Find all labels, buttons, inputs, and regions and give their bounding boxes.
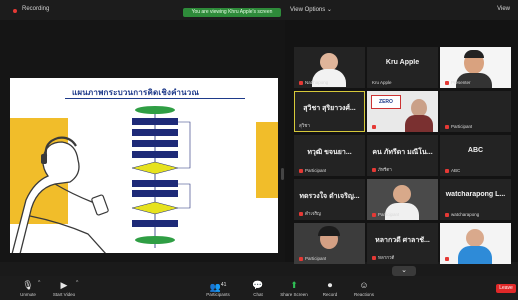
flow-step-4 — [132, 151, 178, 158]
mic-muted-icon — [299, 80, 303, 85]
tile-name-label: สุวิชา — [299, 123, 310, 128]
participant-name: watcharapong L... — [445, 191, 506, 198]
video-tile-6[interactable]: Participant — [440, 91, 511, 132]
flow-decision-2 — [131, 201, 179, 215]
meeting-top-bar: Recording You are viewing Khru Apple's s… — [0, 0, 518, 20]
mic-muted-icon — [445, 257, 449, 261]
smiley-plus-icon: ☺ — [359, 280, 369, 290]
participant-name: ทดรวงใจ ดำเจริญ... — [299, 193, 360, 200]
video-options-caret[interactable]: ^ — [76, 280, 78, 286]
shared-screen-area[interactable]: แผนภาพกระบวนการคิดเชิงคำนวณ — [0, 20, 285, 262]
poster-zero: ZERO — [371, 95, 401, 109]
recording-label: Recording — [22, 6, 50, 12]
video-tile-10[interactable]: ทดรวงใจ ดำเจริญ... ดำเจริญ — [294, 179, 365, 220]
participant-name: ทวุฒิ ขจนยา... — [307, 149, 352, 156]
tile-name-label: ภัทรีดา — [372, 166, 392, 173]
mic-muted-icon — [299, 168, 303, 173]
tile-name-label: Natthapong — [299, 80, 328, 85]
flow-decision-1 — [131, 161, 179, 175]
participant-name: สุวิชา สุริยาวงศ์... — [303, 105, 356, 112]
participant-name: หลากวดี ศาลาชั... — [375, 237, 430, 244]
flow-step-2 — [132, 129, 178, 136]
unmute-button[interactable]: 🎙 Unmute — [8, 278, 48, 298]
video-tile-3[interactable]: Presenter — [440, 47, 511, 88]
split-view-handle[interactable] — [281, 168, 284, 180]
slide-yellow-panel-right — [256, 122, 278, 198]
video-tile-2[interactable]: Kru Apple Kru Apple — [367, 47, 438, 88]
participants-icon: 👥41 — [209, 282, 227, 292]
gallery-more-button[interactable]: ⌄ — [392, 266, 416, 276]
screen-share-banner[interactable]: You are viewing Khru Apple's screen — [183, 8, 281, 17]
share-screen-icon: ⬆ — [290, 280, 298, 290]
video-tile-13[interactable]: Participant — [294, 223, 365, 264]
tile-name-label: ABC — [445, 168, 460, 173]
mic-muted-icon — [445, 80, 449, 85]
participant-face — [466, 229, 484, 247]
chat-icon: 💬 — [252, 280, 264, 290]
slide-title-underline — [65, 98, 245, 99]
view-options-menu[interactable]: View Options ⌄ — [290, 6, 332, 13]
participant-hair — [464, 50, 484, 58]
tile-name-label: Participant — [299, 168, 326, 173]
video-tile-7[interactable]: ทวุฒิ ขจนยา... Participant — [294, 135, 365, 176]
tile-name-label — [372, 125, 376, 129]
meeting-toolbar: 🎙 Unmute ^ ▶ Start Video ^ 👥41 Participa… — [0, 276, 518, 300]
leave-meeting-button[interactable]: Leave — [496, 284, 516, 293]
tile-name-label: Kru Apple — [372, 80, 392, 85]
tile-name-label: Participant — [299, 256, 326, 261]
video-tile-14[interactable]: หลากวดี ศาลาชั... หลากวดี — [367, 223, 438, 264]
participant-body — [458, 246, 492, 264]
flow-step-5 — [132, 180, 178, 187]
mic-muted-icon — [372, 255, 376, 260]
flow-start — [135, 106, 175, 114]
view-button[interactable]: View — [497, 6, 510, 12]
tile-name-label: ดำเจริญ — [299, 210, 321, 217]
participant-name: Kru Apple — [385, 59, 420, 66]
flow-step-6 — [132, 190, 178, 197]
tile-name-label: watcharapong — [445, 212, 479, 217]
video-tile-11[interactable]: Participant — [367, 179, 438, 220]
video-tile-12[interactable]: watcharapong L... watcharapong — [440, 179, 511, 220]
mic-muted-icon — [299, 211, 303, 216]
share-screen-button[interactable]: ⬆ Share Screen — [274, 278, 314, 298]
video-tile-8[interactable]: คน ภัทรีดา มณีโน... ภัทรีดา — [367, 135, 438, 176]
mic-muted-icon — [372, 167, 376, 172]
video-tile-15[interactable] — [440, 223, 511, 264]
mic-muted-icon — [445, 212, 449, 217]
tile-name-label: Participant — [372, 212, 399, 217]
tile-name-label: Presenter — [445, 80, 471, 85]
mic-muted-icon — [372, 125, 376, 129]
tile-name-label: Participant — [445, 124, 472, 129]
flow-step-3 — [132, 140, 178, 147]
participant-body — [405, 115, 433, 132]
video-tile-9[interactable]: ABC ABC — [440, 135, 511, 176]
flow-end — [135, 236, 175, 244]
mic-muted-icon — [445, 124, 449, 129]
video-tile-1[interactable]: Natthapong — [294, 47, 365, 88]
mic-muted-icon — [445, 168, 449, 173]
flow-step-1 — [132, 118, 178, 125]
flowchart-diagram — [131, 106, 191, 248]
video-tile-4-active-speaker[interactable]: สุวิชา สุริยาวงศ์... สุวิชา — [294, 91, 365, 132]
reactions-button[interactable]: ☺ Reactions — [344, 278, 384, 298]
video-tile-5[interactable]: ZERO — [367, 91, 438, 132]
slide-title: แผนภาพกระบวนการคิดเชิงคำนวณ — [72, 88, 200, 97]
mic-muted-icon — [299, 256, 303, 261]
audio-options-caret[interactable]: ^ — [38, 280, 40, 286]
participants-button[interactable]: 👥41 Participants — [198, 278, 238, 298]
tile-name-label — [445, 257, 449, 261]
presentation-slide: แผนภาพกระบวนการคิดเชิงคำนวณ — [10, 78, 278, 253]
mic-muted-icon — [372, 212, 376, 217]
chat-button[interactable]: 💬 Chat — [238, 278, 278, 298]
recording-icon — [13, 9, 17, 13]
participant-name: คน ภัทรีดา มณีโน... — [372, 149, 433, 156]
flow-step-7 — [132, 220, 178, 227]
participant-face — [393, 185, 411, 203]
participant-name: ABC — [467, 147, 484, 154]
tile-name-label: หลากวดี — [372, 254, 394, 261]
microphone-muted-icon: 🎙 — [22, 280, 34, 290]
